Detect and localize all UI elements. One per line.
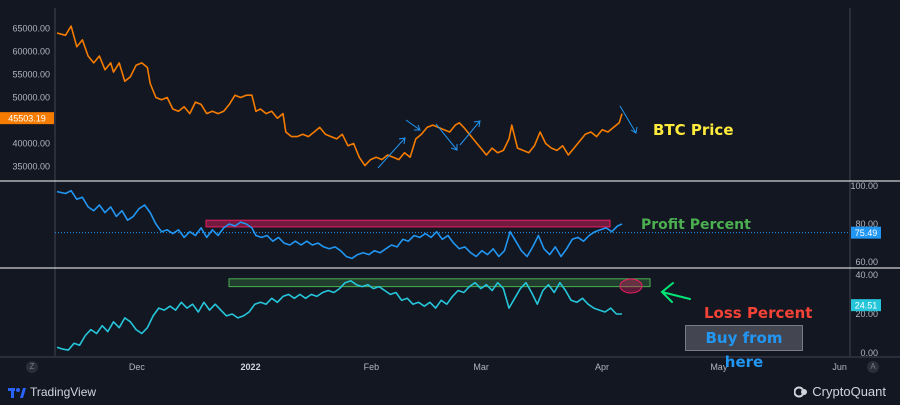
arrow-down-3	[619, 105, 637, 134]
btc-price-y-tick: 50000.00	[12, 92, 50, 102]
btc-price-series-line	[56, 25, 623, 167]
loss-percent-y-tick: 40.00	[855, 270, 878, 280]
x-tick-label: Mar	[473, 362, 489, 372]
btc-price-y-tick: 65000.00	[12, 23, 50, 33]
profit-percent-highlight-band	[205, 219, 611, 228]
btc-price-y-tick: 35000.00	[12, 161, 50, 171]
tradingview-icon	[8, 387, 26, 398]
footer-bar: TradingView CryptoQuant	[0, 380, 900, 405]
zoom-reset-button[interactable]: Z	[26, 361, 38, 373]
auto-scale-button[interactable]: A	[867, 361, 879, 373]
loss-percent-y-tick: 0.00	[860, 348, 878, 358]
x-tick-label: Jun	[832, 362, 847, 372]
loss-percent-label: Loss Percent	[704, 304, 812, 322]
tradingview-logo[interactable]: TradingView	[8, 385, 96, 399]
x-tick-label: 2022	[241, 362, 261, 372]
loss-percent-series-line	[56, 280, 622, 351]
btc-price-y-tick: 55000.00	[12, 69, 50, 79]
cryptoquant-icon	[793, 385, 808, 399]
profit-percent-y-tick: 100.00	[850, 181, 878, 191]
cryptoquant-text: CryptoQuant	[812, 384, 886, 399]
profit-percent-label: Profit Percent	[641, 217, 751, 233]
btc-price-y-tick: 60000.00	[12, 46, 50, 56]
loss-peak-marker	[619, 278, 643, 294]
cryptoquant-logo[interactable]: CryptoQuant	[793, 384, 886, 399]
btc-price-y-tick: 40000.00	[12, 138, 50, 148]
btc-price-last-value-text: 45503.19	[8, 114, 46, 124]
tradingview-text: TradingView	[30, 385, 97, 399]
x-tick-label: Feb	[364, 362, 380, 372]
chart-canvas: 65000.00 60000.00 55000.00 50000.00 40000.00…	[0, 8, 900, 372]
loss-percent-last-value-text: 24.51	[855, 301, 878, 311]
x-tick-label: Dec	[129, 362, 146, 372]
arrow-down-1	[405, 119, 421, 131]
btc-trend-arrows	[377, 105, 638, 169]
buy-from-here-label: Buy from here	[685, 325, 803, 371]
profit-percent-y-tick: 60.00	[855, 257, 878, 267]
arrow-up-2	[459, 120, 481, 146]
green-arrow	[660, 282, 691, 303]
profit-percent-last-value-text: 75.49	[855, 228, 878, 238]
loss-percent-highlight-band	[228, 278, 651, 288]
btc-price-label: BTC Price	[653, 121, 734, 139]
arrow-up-1	[377, 137, 406, 169]
x-tick-label: Apr	[595, 362, 609, 372]
